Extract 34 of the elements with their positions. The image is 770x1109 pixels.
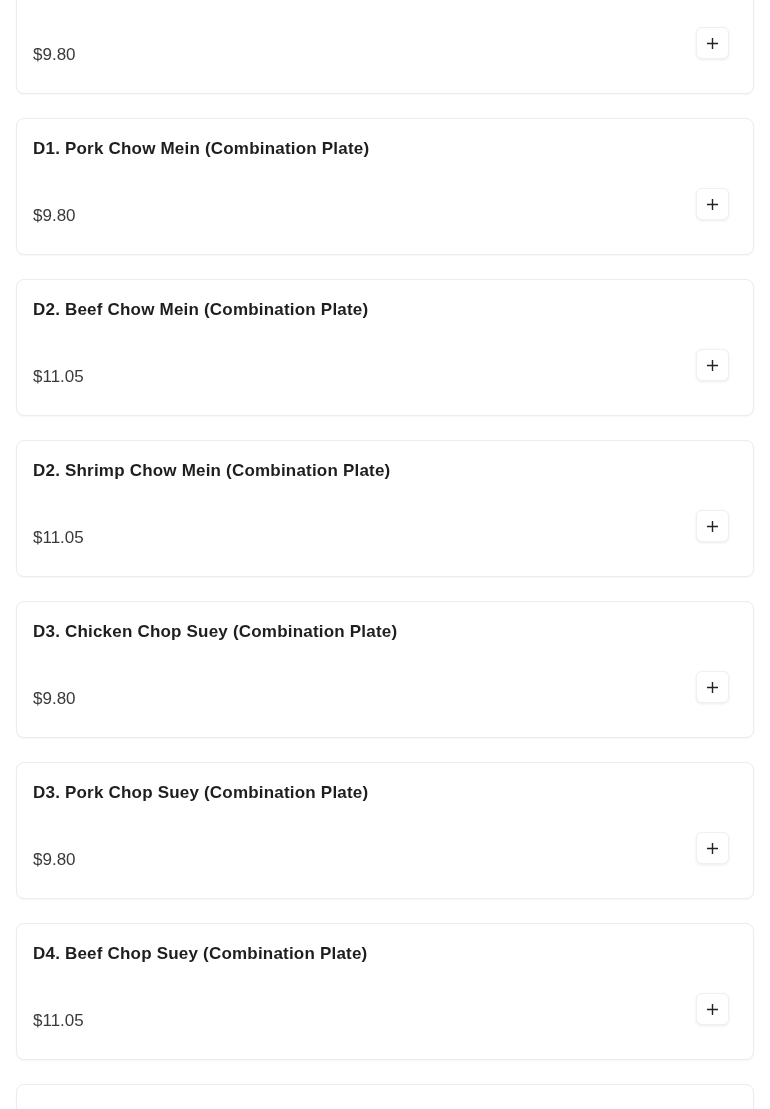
plus-icon [707,842,718,854]
plus-icon [707,520,718,532]
plus-icon [707,198,718,210]
plus-icon [707,1003,718,1015]
item-price: $9.80 [33,45,76,65]
item-price: $11.05 [33,528,84,548]
menu-item-card[interactable]: D2. Beef Chow Mein (Combination Plate) $11.05 [16,279,754,416]
add-button[interactable] [696,27,729,59]
item-name: D4. Beef Chop Suey (Combination Plate) [33,944,369,964]
menu-item-card[interactable]: D3. Chicken Chop Suey (Combination Plate) $9.80 [16,601,754,738]
item-price: $11.05 [33,367,84,387]
add-button[interactable] [696,188,729,220]
item-price: $9.80 [33,206,76,226]
item-price: $11.05 [33,1011,84,1031]
item-name: D2. Shrimp Chow Mein (Combination Plate) [33,461,392,481]
menu-item-card[interactable]: D3. Pork Chop Suey (Combination Plate) $9.80 [16,762,754,899]
menu-item-card[interactable]: D2. Shrimp Chow Mein (Combination Plate) $11.05 [16,440,754,577]
add-button[interactable] [696,671,729,703]
item-price: $9.80 [33,850,76,870]
plus-icon [707,681,718,693]
item-price: $9.80 [33,689,76,709]
plus-icon [707,359,718,371]
add-button[interactable] [696,510,729,542]
menu-item-card[interactable]: D4. Beef Chop Suey (Combination Plate) $11.05 [16,923,754,1060]
item-name: D2. Beef Chow Mein (Combination Plate) [33,300,370,320]
add-button[interactable] [696,832,729,864]
menu-item-card[interactable]: $9.80 [16,0,754,94]
add-button[interactable] [696,349,729,381]
menu-item-card[interactable]: D1. Pork Chow Mein (Combination Plate) $9.80 [16,118,754,255]
item-name: D1. Pork Chow Mein (Combination Plate) [33,139,371,159]
item-name: D3. Chicken Chop Suey (Combination Plate) [33,622,399,642]
plus-icon [707,37,718,49]
item-name: D3. Pork Chop Suey (Combination Plate) [33,783,370,803]
add-button[interactable] [696,993,729,1025]
